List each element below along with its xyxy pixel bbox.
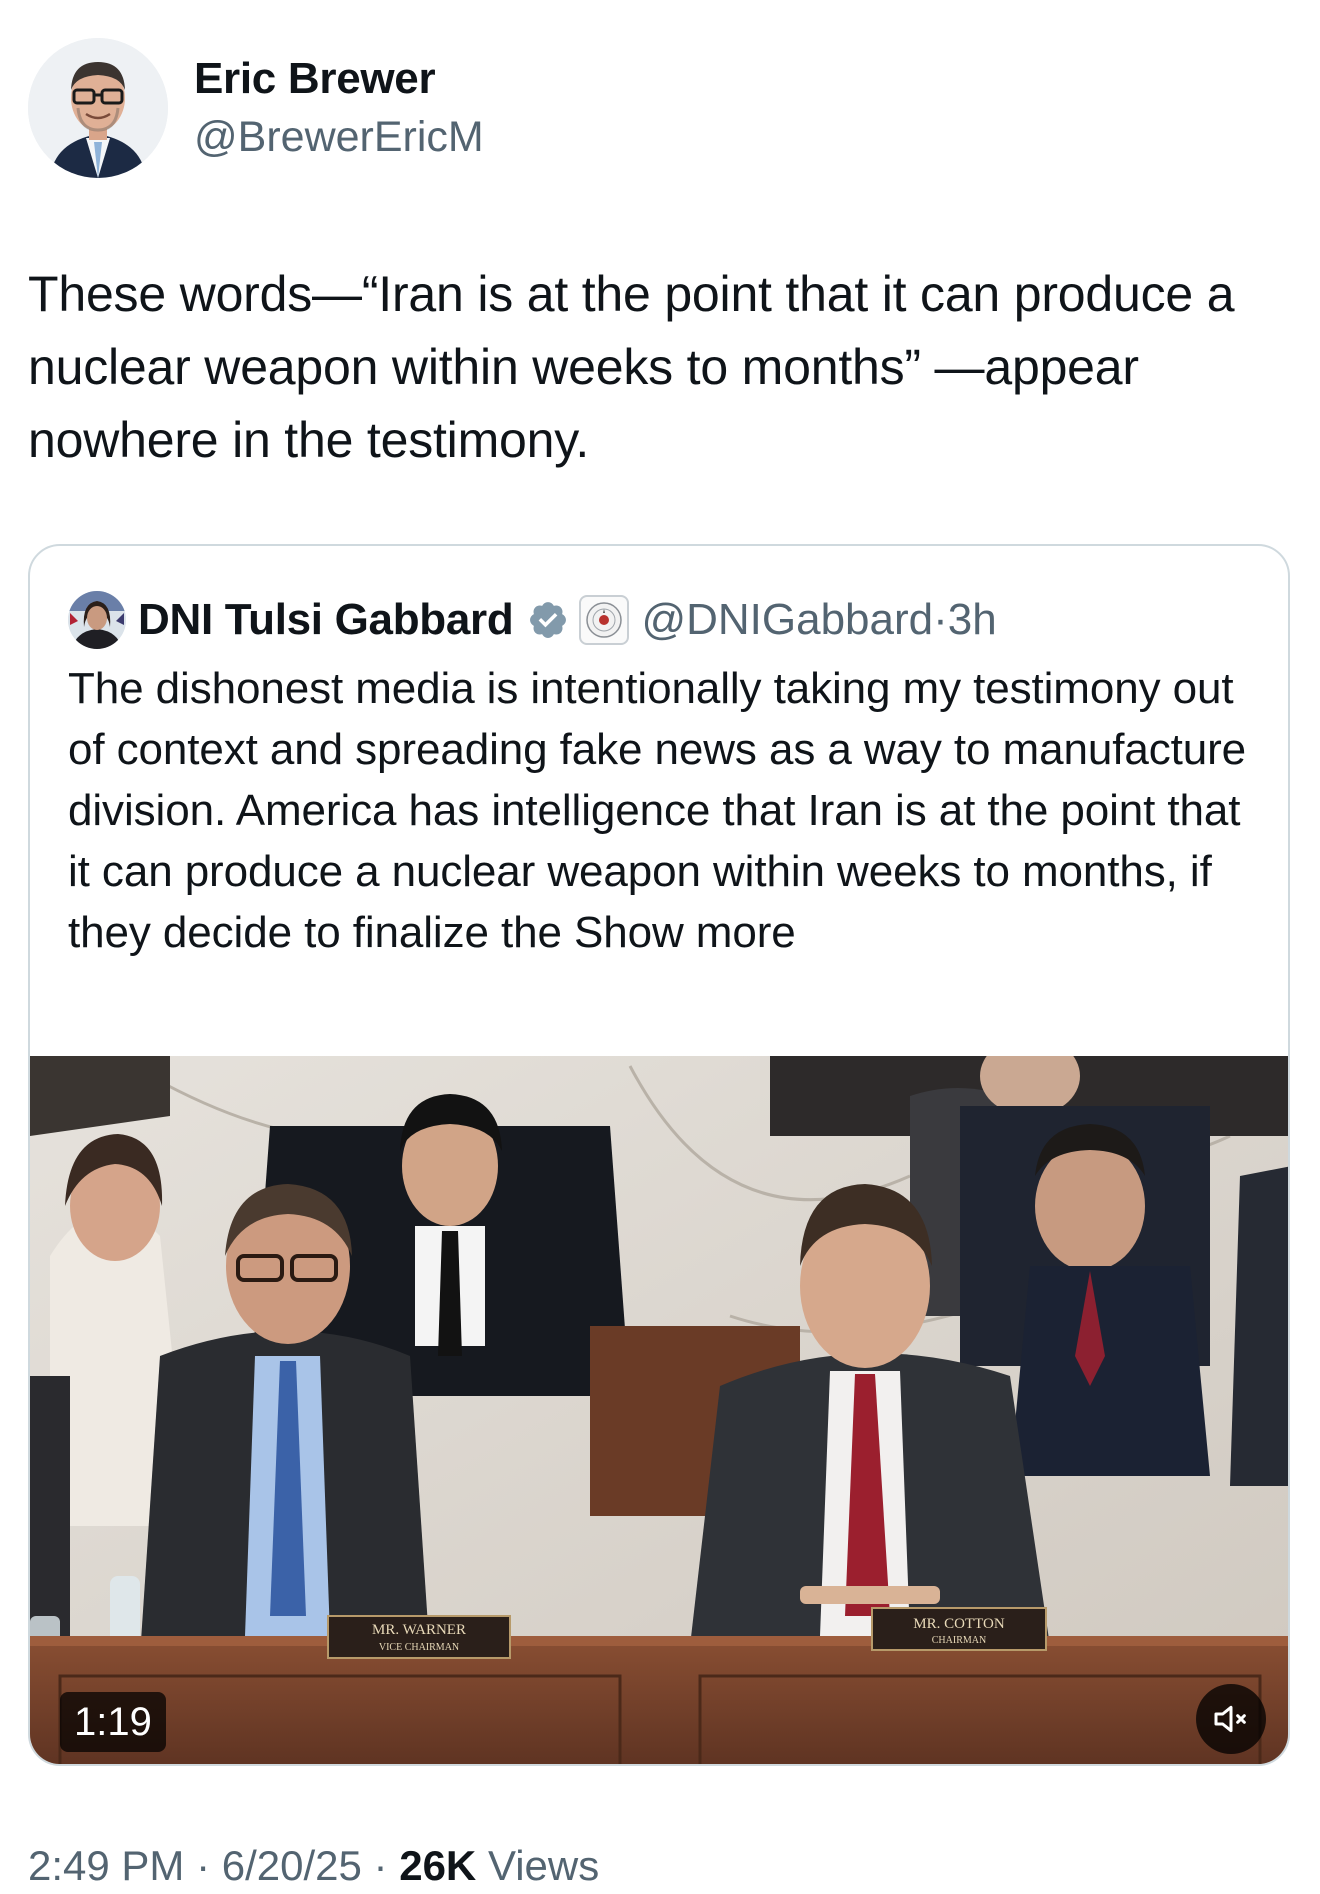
mute-button[interactable] — [1196, 1684, 1266, 1754]
meta-separator: · — [184, 1842, 222, 1889]
tweet-date[interactable]: 6/20/25 — [222, 1842, 362, 1889]
video-player[interactable]: MR. WARNER VICE CHAIRMAN MR. COTTON CHAI… — [30, 1056, 1288, 1764]
quoted-separator: · — [933, 595, 948, 644]
tweet-time[interactable]: 2:49 PM — [28, 1842, 184, 1889]
video-frame: MR. WARNER VICE CHAIRMAN MR. COTTON CHAI… — [30, 1056, 1288, 1764]
nameplate-warner: MR. WARNER — [372, 1622, 466, 1638]
volume-muted-icon — [1214, 1705, 1246, 1733]
quoted-author-handle[interactable]: @DNIGabbard — [641, 595, 933, 645]
tweet-author: Eric Brewer @BrewerEricM — [28, 38, 484, 178]
quoted-tweet-header: DNI Tulsi Gabbard @DNIGabbard · 3h — [68, 590, 997, 650]
views-count: 26K — [399, 1842, 477, 1889]
nameplate-cotton-title: CHAIRMAN — [932, 1635, 986, 1646]
author-name[interactable]: Eric Brewer — [194, 51, 484, 107]
views-label: Views — [476, 1842, 600, 1889]
show-more-link[interactable]: Show more — [574, 908, 796, 957]
quoted-timestamp[interactable]: 3h — [948, 595, 997, 645]
nameplate-cotton: MR. COTTON — [913, 1616, 1005, 1632]
video-duration-badge: 1:19 — [60, 1692, 166, 1752]
verified-badge-icon — [530, 602, 567, 638]
tweet-meta: 2:49 PM · 6/20/25 · 26K Views — [28, 1840, 599, 1892]
quoted-tweet[interactable]: DNI Tulsi Gabbard @DNIGabbard · 3h The d… — [28, 544, 1290, 1766]
quoted-author-name[interactable]: DNI Tulsi Gabbard — [138, 595, 514, 645]
quoted-author-avatar[interactable] — [68, 591, 126, 649]
nameplate-warner-title: VICE CHAIRMAN — [379, 1642, 459, 1653]
meta-separator: · — [361, 1842, 400, 1889]
quoted-tweet-text: The dishonest media is intentionally tak… — [68, 658, 1258, 963]
tweet-text: These words—“Iran is at the point that i… — [28, 266, 1235, 468]
author-avatar[interactable] — [28, 38, 168, 178]
author-handle[interactable]: @BrewerEricM — [194, 109, 484, 165]
government-seal-icon — [579, 595, 630, 645]
